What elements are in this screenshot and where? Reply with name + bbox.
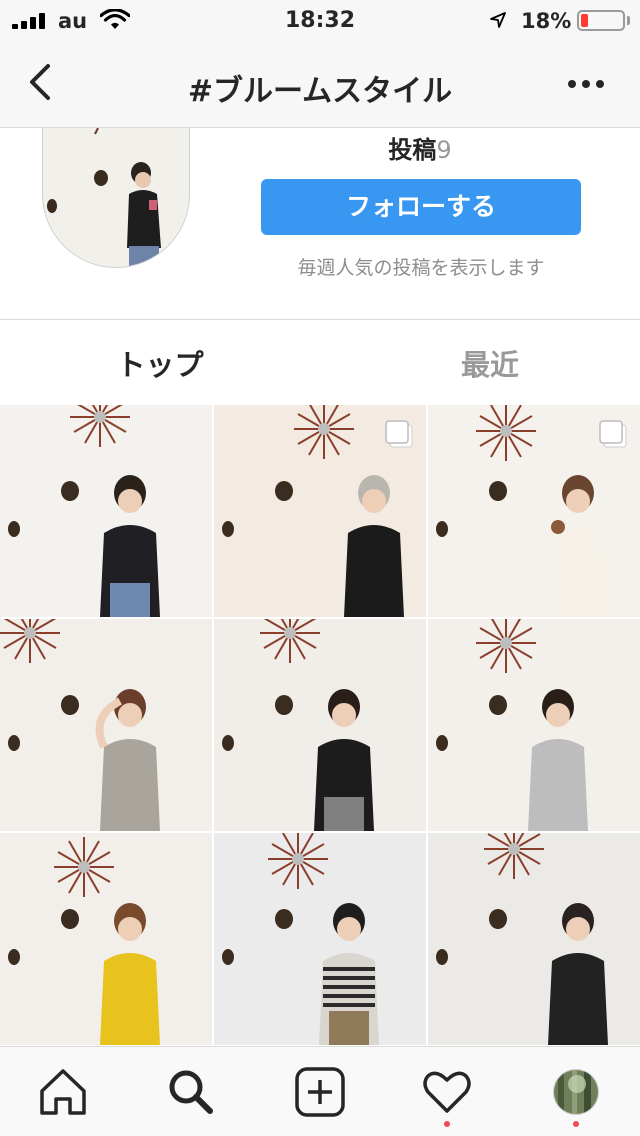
photo-grid [0,405,640,1045]
grid-post[interactable] [214,833,426,1045]
grid-post[interactable] [428,833,640,1045]
grid-post[interactable] [214,405,426,617]
battery-percent: 18% [521,9,572,33]
profile-notification-dot [573,1121,579,1127]
activity-heart-icon[interactable] [420,1065,474,1119]
home-icon[interactable] [36,1065,90,1119]
post-photo [428,833,640,1045]
post-photo [0,405,212,617]
tab-recent[interactable]: 最近 [330,342,640,384]
post-photo [214,833,426,1045]
nav-bar: #ブルームスタイル [0,40,640,128]
multiple-photos-icon [599,420,627,448]
grid-post[interactable] [0,619,212,831]
battery-icon [577,10,625,31]
follow-button[interactable]: フォローする [261,179,581,235]
grid-post[interactable] [428,619,640,831]
post-count-label: 投稿 [388,136,437,164]
hashtag-header: 投稿9 フォローする 毎週人気の投稿を表示します [0,128,640,320]
location-arrow-icon [490,12,506,28]
status-bar: au 18:32 18% [0,0,640,40]
grid-post[interactable] [428,405,640,617]
search-icon[interactable] [163,1065,217,1119]
post-count: 投稿9 [0,130,640,165]
activity-notification-dot [444,1121,450,1127]
post-photo [428,619,640,831]
feed-tabs: トップ 最近 [0,320,640,405]
battery-level [581,14,588,27]
profile-avatar-icon[interactable] [553,1069,599,1115]
hashtag-description: 毎週人気の投稿を表示します [297,257,545,279]
post-count-value: 9 [436,136,452,164]
post-photo [0,619,212,831]
grid-post[interactable] [0,833,212,1045]
grid-post[interactable] [0,405,212,617]
post-photo [214,619,426,831]
tab-top[interactable]: トップ [0,342,320,384]
battery-cap [627,16,630,25]
new-post-icon[interactable] [293,1065,347,1119]
bottom-tab-bar [0,1046,640,1136]
post-photo [0,833,212,1045]
multiple-photos-icon [385,420,413,448]
page-title: #ブルームスタイル [187,74,453,109]
grid-post[interactable] [214,619,426,831]
more-options-icon[interactable] [566,78,606,90]
